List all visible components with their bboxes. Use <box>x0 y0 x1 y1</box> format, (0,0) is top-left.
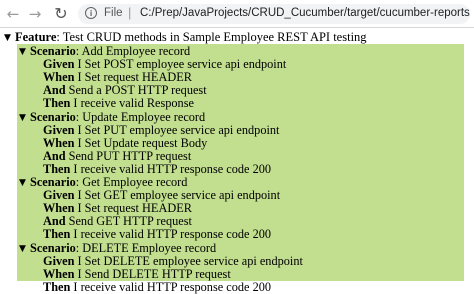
address-bar[interactable]: i File | C:/Prep/JavaProjects/CRUD_Cucum… <box>78 4 470 24</box>
forward-arrow-icon[interactable]: → <box>24 3 46 25</box>
browser-toolbar: ← → ↻ i File | C:/Prep/JavaProjects/CRUD… <box>0 0 474 28</box>
scenario-collapse-toggle-icon[interactable]: ▼ <box>19 46 30 59</box>
back-arrow-icon[interactable]: ← <box>2 3 24 25</box>
report-content: ▼ Feature: Test CRUD methods in Sample Em… <box>0 28 474 293</box>
step-line: And Send GET HTTP request <box>43 215 192 228</box>
url-text[interactable]: C:/Prep/JavaProjects/CRUD_Cucumber/targe… <box>140 7 470 19</box>
step-line: Then I receive valid Response <box>43 97 194 110</box>
feature-collapse-toggle-icon[interactable]: ▼ <box>4 31 15 45</box>
reload-icon[interactable]: ↻ <box>50 3 72 25</box>
scenario-name: : Get Employee record <box>75 175 188 189</box>
step-line: When I Send DELETE HTTP request <box>43 266 231 281</box>
step-line: Then I receive valid HTTP response code … <box>43 228 271 241</box>
step-text: I Set request HEADER <box>74 70 192 85</box>
step-keyword: And <box>43 214 66 229</box>
step-keyword: Then <box>43 279 71 294</box>
step-keyword: And <box>43 148 66 163</box>
step-text: I Set request HEADER <box>74 201 192 216</box>
step-keyword: And <box>43 83 66 98</box>
step-keyword: Given <box>43 122 75 137</box>
step-text: I receive valid HTTP response code 200 <box>70 161 272 176</box>
step-text: Send PUT HTTP request <box>65 148 192 163</box>
scenario-collapse-toggle-icon[interactable]: ▼ <box>19 243 30 256</box>
step-text: I Set GET employee service api endpoint <box>74 188 281 203</box>
file-scheme-label: File <box>104 7 123 19</box>
feature-name: : Test CRUD methods in Sample Employee R… <box>56 30 367 44</box>
scenario-keyword: Scenario <box>30 240 76 255</box>
step-text: Send GET HTTP request <box>65 214 192 229</box>
step-line: Given I Set DELETE employee service api … <box>43 253 303 268</box>
feature-keyword: Feature <box>15 30 57 44</box>
scenario-name: : Update Employee record <box>75 109 206 124</box>
step-line: When I Set request HEADER <box>43 71 192 84</box>
scenario-collapse-toggle-icon[interactable]: ▼ <box>19 112 30 125</box>
step-line: Given I Set PUT employee service api end… <box>43 122 280 137</box>
step-line: Given I Set GET employee service api end… <box>43 189 280 202</box>
step-line: And Send PUT HTTP request <box>43 148 192 163</box>
scenario-keyword: Scenario <box>30 109 76 124</box>
step-keyword: When <box>43 201 75 216</box>
scenario-keyword: Scenario <box>30 44 76 58</box>
step-keyword: Then <box>43 227 71 242</box>
scenario-heading: ▼ Scenario: Get Employee record <box>19 176 187 189</box>
scenario-name: : Add Employee record <box>75 44 191 58</box>
step-text: I Set Update request Body <box>74 135 208 150</box>
info-icon[interactable]: i <box>85 7 97 19</box>
step-text: I receive valid Response <box>70 96 194 111</box>
scenario-keyword: Scenario <box>30 175 76 189</box>
step-keyword: When <box>43 70 75 85</box>
address-separator: | <box>128 5 132 20</box>
step-line: Then I receive valid HTTP response code … <box>43 161 272 176</box>
step-keyword: Given <box>43 253 75 268</box>
step-text: I Set POST employee service api endpoint <box>74 57 287 72</box>
step-line: Given I Set POST employee service api en… <box>43 58 286 71</box>
step-text: I Set DELETE employee service api endpoi… <box>74 253 303 268</box>
step-keyword: Then <box>43 96 71 111</box>
step-text: I receive valid HTTP response code 200 <box>70 279 272 294</box>
scenario-collapse-toggle-icon[interactable]: ▼ <box>19 177 30 190</box>
step-text: I Set PUT employee service api endpoint <box>74 122 280 137</box>
scenario-heading: ▼ Scenario: Update Employee record <box>19 109 206 125</box>
scenario-name: : DELETE Employee record <box>75 240 217 255</box>
step-line: When I Set Update request Body <box>43 135 208 150</box>
step-text: I receive valid HTTP response code 200 <box>70 227 272 242</box>
step-keyword: Given <box>43 188 75 203</box>
step-keyword: When <box>43 266 75 281</box>
step-line: And Send a POST HTTP request <box>43 84 207 97</box>
step-text: I Send DELETE HTTP request <box>74 266 231 281</box>
feature-heading: ▼ Feature: Test CRUD methods in Sample Em… <box>4 30 367 44</box>
step-keyword: Given <box>43 57 75 72</box>
step-line: When I Set request HEADER <box>43 202 192 215</box>
step-keyword: When <box>43 135 75 150</box>
scenario-heading: ▼ Scenario: Add Employee record <box>19 45 190 58</box>
step-keyword: Then <box>43 161 71 176</box>
scenario-heading: ▼ Scenario: DELETE Employee record <box>19 240 217 256</box>
feature-scenarios-panel: ▼ Scenario: Add Employee record Given I Se… <box>17 44 464 293</box>
step-text: Send a POST HTTP request <box>65 83 207 98</box>
